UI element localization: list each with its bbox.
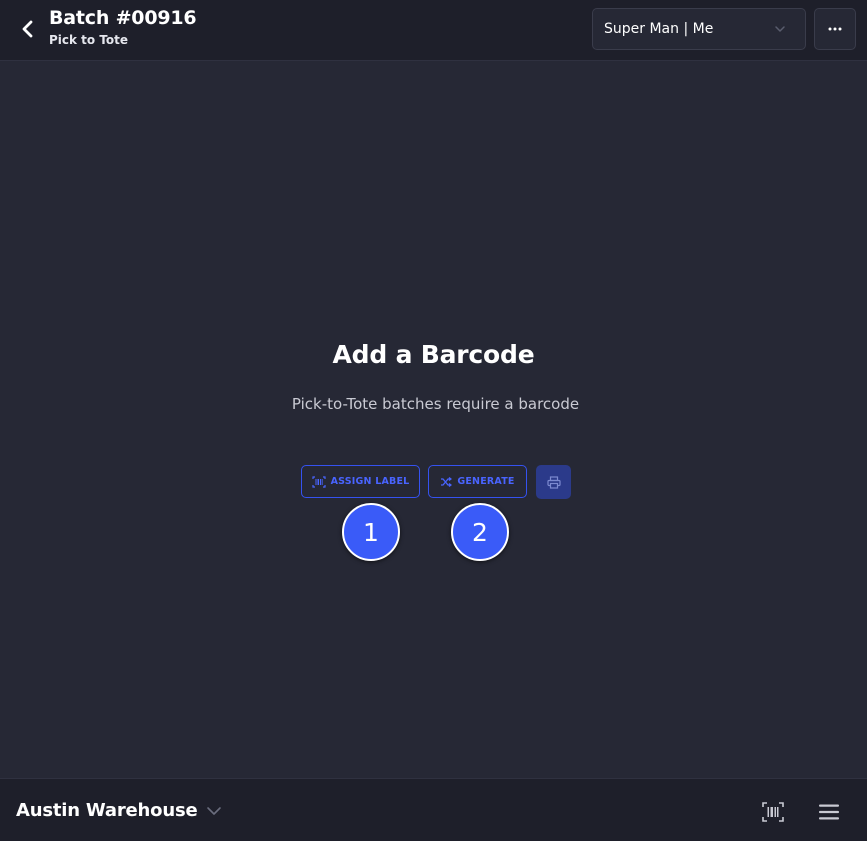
menu-icon xyxy=(819,804,839,820)
assign-label-button-label: ASSIGN LABEL xyxy=(330,476,410,487)
empty-state-description: Pick-to-Tote batches require a barcode xyxy=(291,395,580,413)
user-select[interactable]: Super Man | Me xyxy=(592,8,806,50)
back-button[interactable] xyxy=(14,15,42,43)
chevron-down-icon[interactable] xyxy=(206,806,222,816)
warehouse-selector[interactable]: Austin Warehouse xyxy=(16,800,198,821)
menu-button[interactable] xyxy=(816,799,842,825)
assign-label-button[interactable]: ASSIGN LABEL xyxy=(301,465,420,498)
barcode-icon xyxy=(762,802,784,822)
barcode-icon xyxy=(311,475,326,488)
more-options-button[interactable] xyxy=(814,8,856,50)
more-icon xyxy=(828,27,842,31)
printer-icon xyxy=(546,475,561,489)
generate-button[interactable]: GENERATE xyxy=(428,465,527,498)
empty-state-heading: Add a Barcode xyxy=(332,340,535,369)
chevron-down-icon xyxy=(775,26,785,32)
page-title: Batch #00916 xyxy=(49,7,197,29)
generate-button-label: GENERATE xyxy=(457,476,515,487)
page-subtitle: Pick to Tote xyxy=(49,33,129,47)
user-select-value: Super Man | Me xyxy=(604,21,714,37)
bottom-bar: Austin Warehouse xyxy=(0,778,867,841)
step-badge-1: 1 xyxy=(342,503,400,561)
scan-barcode-button[interactable] xyxy=(760,799,786,825)
top-bar: Batch #00916 Pick to Tote Super Man | Me xyxy=(0,0,867,61)
step-badge-2: 2 xyxy=(451,503,509,561)
chevron-left-icon xyxy=(22,20,33,38)
print-button[interactable] xyxy=(536,465,571,499)
shuffle-icon xyxy=(441,476,453,487)
